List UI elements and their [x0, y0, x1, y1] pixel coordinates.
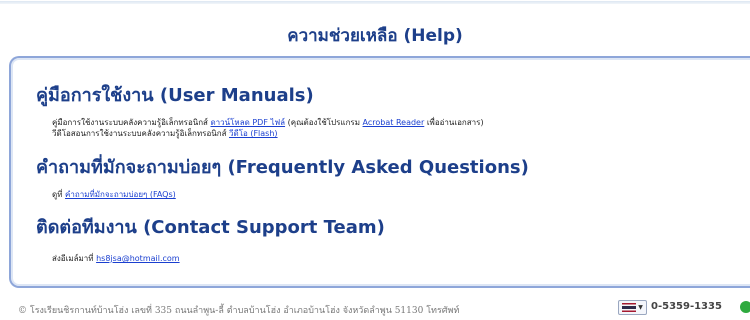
page-title: ความช่วยเหลือ (Help) — [287, 26, 463, 46]
faq-text: ดูที่ — [52, 190, 63, 199]
support-email-link[interactable]: hs8jsa@hotmail.com — [96, 254, 180, 263]
manual-pdf-note: (คุณต้องใช้โปรแกรม — [287, 118, 360, 127]
manual-video-text: วีดีโอสอนการใช้งานระบบคลังความรู้อิเล็กท… — [52, 129, 227, 138]
chevron-down-icon: ▼ — [638, 303, 643, 311]
top-divider — [0, 1, 750, 4]
download-pdf-link[interactable]: ดาวน์โหลด PDF ไฟล์ — [210, 118, 285, 127]
thai-flag-icon — [622, 303, 637, 312]
faq-link[interactable]: คำถามที่มักจะถามบ่อยๆ (FAQs) — [65, 190, 176, 199]
faq-heading: คำถามที่มักจะถามบ่อยๆ (Frequently Asked … — [36, 157, 529, 178]
contact-text: ส่งอีเมล์มาที่ — [52, 254, 94, 263]
flash-video-link[interactable]: วีดีโอ (Flash) — [229, 129, 278, 138]
acrobat-reader-link[interactable]: Acrobat Reader — [363, 118, 425, 127]
user-manuals-heading: คู่มือการใช้งาน (User Manuals) — [36, 85, 314, 106]
phone-icon — [740, 301, 750, 313]
manual-video-line: วีดีโอสอนการใช้งานระบบคลังความรู้อิเล็กท… — [52, 127, 278, 140]
contact-heading: ติดต่อทีมงาน (Contact Support Team) — [36, 217, 385, 238]
faq-line: ดูที่ คำถามที่มักจะถามบ่อยๆ (FAQs) — [52, 188, 176, 201]
contact-line: ส่งอีเมล์มาที่ hs8jsa@hotmail.com — [52, 252, 180, 265]
footer-phone: 0-5359-1335 — [651, 301, 722, 312]
language-dropdown[interactable]: ▼ — [618, 300, 647, 315]
manual-pdf-text: คู่มือการใช้งานระบบคลังความรู้อิเล็กทรอน… — [52, 118, 208, 127]
footer-address: © โรงเรียนชิรกานท์บ้านโฮ่ง เลขที่ 335 ถน… — [18, 306, 460, 316]
manual-pdf-note-end: เพื่ออ่านเอกสาร) — [426, 118, 484, 127]
